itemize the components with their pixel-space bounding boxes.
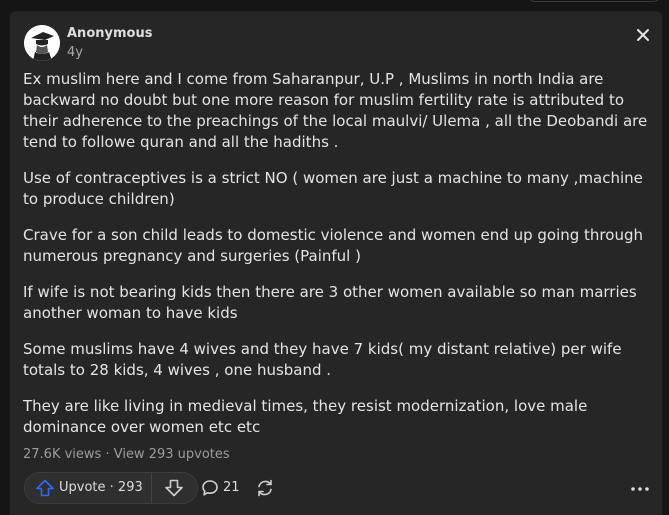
answer-card: Anonymous 4y Ex muslim here and I come f… [10,11,662,515]
view-upvotes-link[interactable]: View 293 upvotes [114,447,230,462]
share-icon[interactable] [255,477,275,499]
comment-button[interactable]: 21 [201,477,247,499]
upvote-arrow-icon [35,479,55,497]
view-count: 27.6K views [23,447,102,462]
close-icon[interactable] [633,25,653,45]
stats-separator: · [101,447,114,462]
top-partial-control [527,0,661,2]
answer-paragraph: If wife is not bearing kids then there a… [23,283,637,322]
page: Anonymous 4y Ex muslim here and I come f… [0,0,669,515]
answer-stats: 27.6K views · View 293 upvotes [23,447,230,463]
downvote-arrow-icon [164,479,184,497]
answer-paragraph: Ex muslim here and I come from Saharanpu… [23,70,648,151]
upvote-button[interactable]: Upvote · 293 [25,473,151,503]
answer-paragraph: Use of contraceptives is a strict NO ( w… [23,169,643,208]
comment-count: 21 [223,480,240,495]
vote-group: Upvote · 293 [24,472,198,504]
downvote-button[interactable] [152,473,197,503]
anonymous-avatar-icon[interactable] [24,25,60,61]
author-name[interactable]: Anonymous [67,26,152,42]
upvote-count: 293 [117,480,143,495]
answer-paragraph: Crave for a son child leads to domestic … [23,226,643,265]
answer-paragraph: Some muslims have 4 wives and they have … [23,340,622,379]
answer-paragraph: They are like living in medieval times, … [23,397,588,436]
upvote-label: Upvote · 293 [59,480,143,495]
answer-body: Ex muslim here and I come from Saharanpu… [23,69,653,453]
more-horizontal-icon[interactable] [628,481,652,495]
comment-bubble-icon [201,479,219,497]
post-age: 4y [67,45,83,60]
